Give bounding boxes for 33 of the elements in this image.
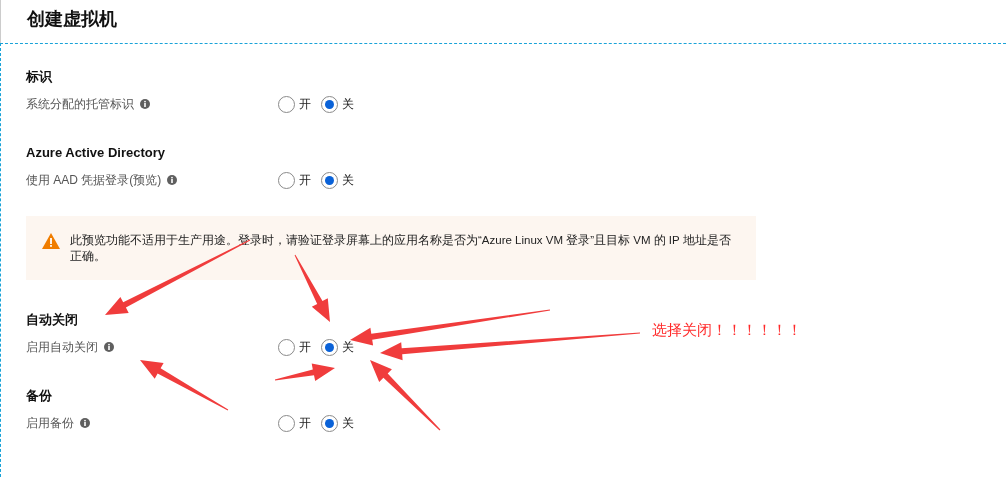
section-heading: 标识 <box>26 68 52 86</box>
setting-label: 使用 AAD 凭据登录(预览) <box>26 172 162 189</box>
annotation-arrow <box>294 254 330 322</box>
annotation-arrow <box>274 363 335 382</box>
radio-option[interactable]: 开 <box>278 171 311 189</box>
radio-button[interactable] <box>321 95 338 113</box>
section-heading: 自动关闭 <box>26 311 78 329</box>
radio-option[interactable]: 关 <box>321 171 354 189</box>
radio-option[interactable]: 关 <box>321 338 354 356</box>
warning-icon <box>42 233 60 249</box>
radio-option[interactable]: 开 <box>278 95 311 113</box>
page-title: 创建虚拟机 <box>27 8 118 31</box>
radio-button[interactable] <box>321 414 338 432</box>
info-icon <box>140 99 150 109</box>
radio-option[interactable]: 开 <box>278 414 311 432</box>
setting-label: 启用自动关闭 <box>26 339 98 356</box>
setting-label: 系统分配的托管标识 <box>26 96 134 113</box>
radio-button[interactable] <box>278 338 295 356</box>
info-icon <box>167 175 178 185</box>
setting-label: 启用备份 <box>26 415 74 432</box>
radio-button[interactable] <box>278 414 295 432</box>
section-heading: Azure Active Directory <box>26 144 165 162</box>
radio-option[interactable]: 开 <box>278 338 311 356</box>
radio-button[interactable] <box>278 171 295 189</box>
info-icon <box>104 342 114 352</box>
annotation-text: 选择关闭！！！！！！ <box>652 320 802 340</box>
section-heading: 备份 <box>26 387 52 405</box>
radio-button[interactable] <box>321 338 338 356</box>
radio-option[interactable]: 关 <box>321 95 354 113</box>
radio-button[interactable] <box>278 95 295 113</box>
info-icon <box>80 418 90 428</box>
radio-button[interactable] <box>321 171 338 189</box>
radio-option[interactable]: 关 <box>321 414 354 432</box>
